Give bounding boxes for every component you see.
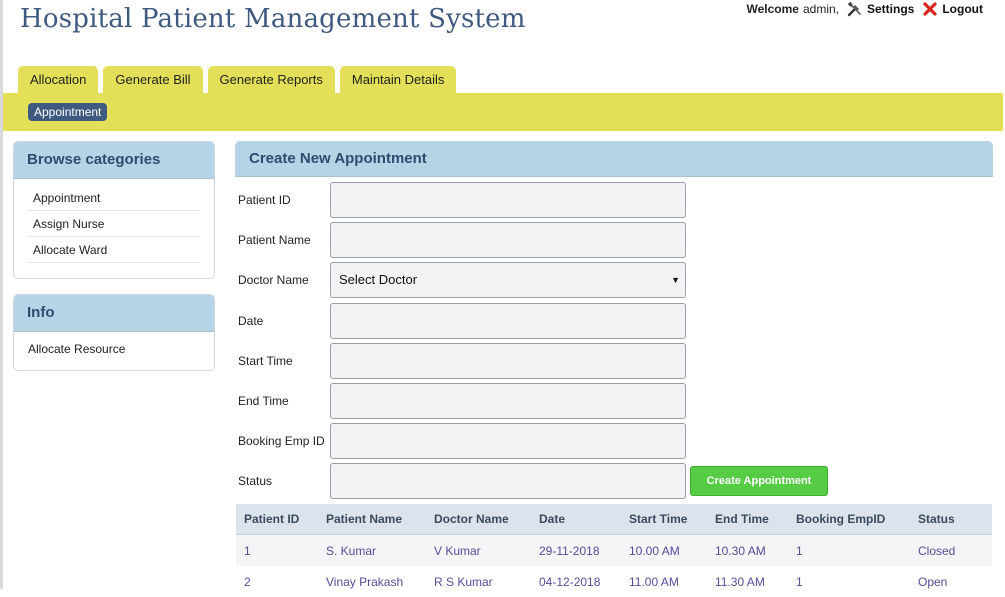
- table-cell: Open: [918, 574, 948, 589]
- form-row-doctor-name: Doctor Name Select Doctor ▼: [238, 262, 838, 298]
- end-time-label: End Time: [238, 394, 289, 408]
- table-cell: 1: [236, 534, 318, 566]
- booking-emp-id-input[interactable]: [330, 423, 686, 459]
- tab-allocation[interactable]: Allocation: [18, 66, 99, 93]
- column-header: Patient ID: [236, 504, 318, 535]
- date-label: Date: [238, 314, 264, 328]
- browse-categories-title: Browse categories: [14, 142, 214, 179]
- table-cell: 10.30 AM: [707, 534, 788, 566]
- table-cell: 2: [244, 574, 251, 589]
- column-header: Date: [531, 504, 621, 535]
- table-cell: S. Kumar: [318, 534, 426, 566]
- column-header: Doctor Name: [426, 504, 531, 535]
- table-header-row: Patient ID Patient Name Doctor Name Date…: [236, 504, 992, 535]
- settings-link[interactable]: Settings: [867, 2, 914, 16]
- category-item-assign-nurse[interactable]: Assign Nurse: [28, 211, 200, 237]
- form-row-patient-id: Patient ID: [238, 182, 838, 218]
- table-row[interactable]: 1 S. Kumar V Kumar 29-11-2018 10.00 AM 1…: [236, 534, 992, 566]
- appointments-table: Patient ID Patient Name Doctor Name Date…: [236, 504, 992, 597]
- status-input[interactable]: [330, 463, 686, 499]
- table-cell: 11.00 AM: [629, 574, 679, 589]
- form-row-booking-emp-id: Booking Emp ID: [238, 423, 838, 459]
- doctor-select-value: Select Doctor: [339, 272, 418, 287]
- table-cell: R S Kumar: [434, 574, 493, 589]
- date-input[interactable]: [330, 303, 686, 339]
- caret-down-icon: ▼: [671, 275, 680, 285]
- column-header: Patient Name: [318, 504, 426, 535]
- category-item-allocate-ward[interactable]: Allocate Ward: [28, 237, 200, 263]
- patient-id-input[interactable]: [330, 182, 686, 218]
- patient-name-input[interactable]: [330, 222, 686, 258]
- sub-nav-bar: Appointment: [3, 93, 1003, 131]
- doctor-select[interactable]: Select Doctor ▼: [330, 262, 686, 298]
- table-cell: 29-11-2018: [531, 534, 621, 566]
- info-box: Info Allocate Resource: [13, 294, 215, 371]
- table-cell: 11.30 AM: [715, 574, 765, 589]
- start-time-label: Start Time: [238, 354, 293, 368]
- table-cell: 1: [796, 574, 803, 589]
- main-tabs: Allocation Generate Bill Generate Report…: [18, 66, 461, 93]
- form-row-patient-name: Patient Name: [238, 222, 838, 258]
- category-list: Appointment Assign Nurse Allocate Ward: [14, 179, 214, 263]
- welcome-label: Welcome: [746, 2, 799, 16]
- tab-generate-reports[interactable]: Generate Reports: [207, 66, 335, 93]
- subtab-appointment[interactable]: Appointment: [28, 103, 108, 121]
- table-cell: 1: [788, 534, 910, 566]
- form-row-status: Status Create Appointment: [238, 463, 838, 499]
- close-x-icon[interactable]: [922, 1, 938, 17]
- booking-emp-id-label: Booking Emp ID: [238, 434, 325, 448]
- create-appointment-button[interactable]: Create Appointment: [690, 466, 828, 496]
- form-row-start-time: Start Time: [238, 343, 838, 379]
- info-title: Info: [14, 295, 214, 332]
- app-title: Hospital Patient Management System: [20, 4, 526, 34]
- tab-maintain-details[interactable]: Maintain Details: [339, 66, 457, 93]
- column-header: Start Time: [621, 504, 707, 535]
- end-time-input[interactable]: [330, 383, 686, 419]
- patient-name-label: Patient Name: [238, 233, 311, 247]
- table-cell: Vinay Prakash: [326, 574, 404, 589]
- category-item-appointment[interactable]: Appointment: [28, 185, 200, 211]
- logout-link[interactable]: Logout: [942, 2, 983, 16]
- table-cell: 10.00 AM: [621, 534, 707, 566]
- username-label: admin,: [802, 2, 839, 16]
- start-time-input[interactable]: [330, 343, 686, 379]
- column-header: End Time: [707, 504, 788, 535]
- user-bar: Welcome admin, Settings Logout: [746, 1, 983, 17]
- info-item-allocate-resource[interactable]: Allocate Resource: [14, 332, 214, 366]
- table-cell: V Kumar: [426, 534, 531, 566]
- form-row-date: Date: [238, 303, 838, 339]
- patient-id-label: Patient ID: [238, 193, 291, 207]
- table-cell: Closed: [910, 534, 992, 566]
- table-cell: 04-12-2018: [539, 574, 601, 589]
- form-title: Create New Appointment: [235, 141, 993, 177]
- column-header: Status: [910, 504, 992, 535]
- tools-icon[interactable]: [847, 1, 863, 17]
- left-edge-border: [0, 0, 3, 589]
- browse-categories-box: Browse categories Appointment Assign Nur…: [13, 141, 215, 279]
- tab-generate-bill[interactable]: Generate Bill: [103, 66, 203, 93]
- table-row[interactable]: 2 Vinay Prakash R S Kumar 04-12-2018 11.…: [236, 566, 992, 597]
- status-label: Status: [238, 474, 273, 488]
- column-header: Booking EmpID: [788, 504, 910, 535]
- form-row-end-time: End Time: [238, 383, 838, 419]
- doctor-name-label: Doctor Name: [238, 273, 309, 287]
